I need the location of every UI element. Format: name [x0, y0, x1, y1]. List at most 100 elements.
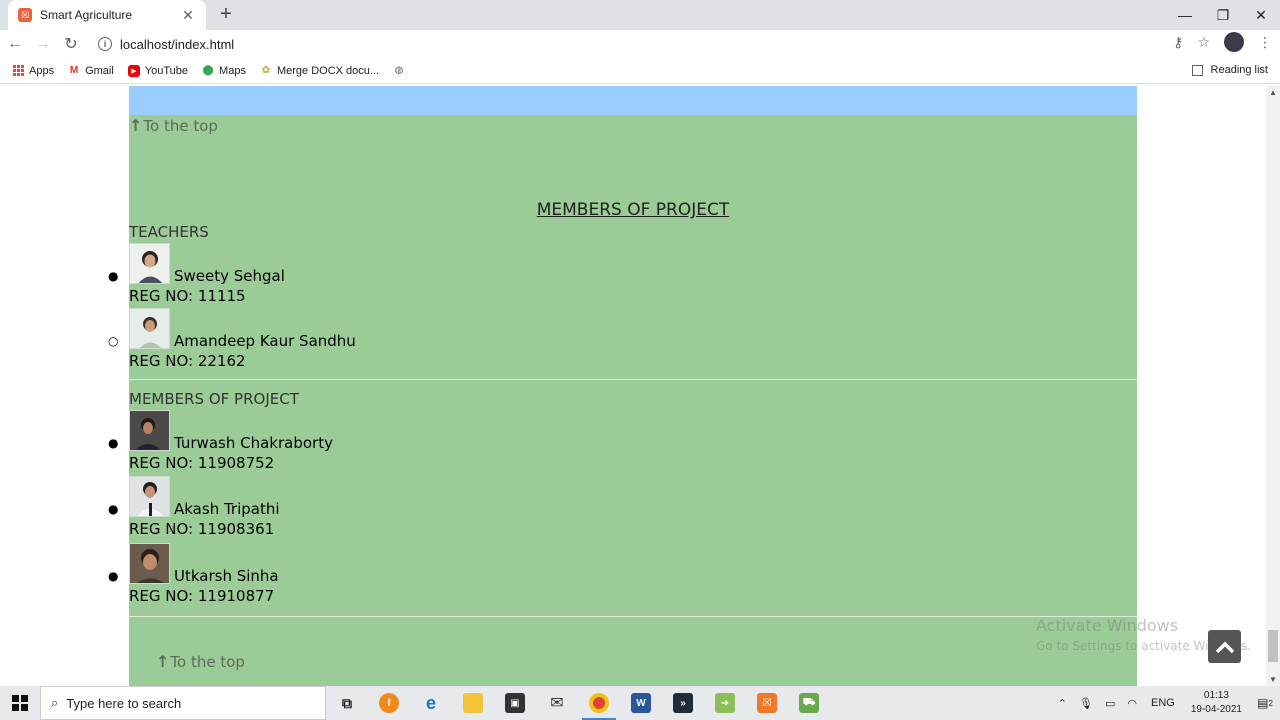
clock[interactable]: 01:13 19-04-2021: [1191, 689, 1242, 717]
taskbar-search[interactable]: ⌕ Type here to search: [40, 686, 326, 720]
merge-docx-icon: ✿: [261, 65, 271, 76]
taskbar-app-code[interactable]: »: [662, 686, 704, 720]
member-item: ● Turwash Chakraborty REG NO: 11908752: [108, 410, 529, 474]
chrome-icon: [589, 693, 609, 713]
browser-toolbar: ← → ↻ i localhost/index.html ⚷ ☆ ⋮: [0, 30, 1280, 58]
bookmark-apps[interactable]: Apps: [12, 65, 54, 77]
kebab-menu-icon[interactable]: ⋮: [1258, 34, 1272, 51]
battery-icon[interactable]: ▭: [1105, 697, 1115, 710]
bookmark-maps[interactable]: ⬤ Maps: [202, 65, 246, 77]
address-bar[interactable]: i localhost/index.html: [90, 32, 1190, 56]
profile-avatar[interactable]: [1224, 32, 1244, 52]
back-button[interactable]: ←: [2, 31, 28, 57]
taskbar-app-tractor[interactable]: ⛟: [788, 686, 830, 720]
bookmark-merge-docx[interactable]: ✿ Merge DOCX docu...: [260, 65, 379, 77]
edge-icon: e: [425, 692, 436, 713]
reload-button[interactable]: ↻: [58, 31, 84, 57]
windows-logo-icon: [12, 695, 28, 711]
to-top-link[interactable]: ↑ To the top: [129, 116, 218, 135]
teacher-name: Amandeep Kaur Sandhu: [174, 332, 356, 350]
to-top-link[interactable]: ↑ To the top: [156, 652, 245, 671]
reading-list-label: Reading list: [1210, 64, 1268, 76]
member-photo: [129, 476, 170, 517]
folder-icon: [463, 693, 483, 713]
members-section: ↑ To the top MEMBERS OF PROJECT TEACHERS…: [108, 86, 1137, 686]
bullet-disc-icon: ●: [108, 502, 119, 516]
tractor-icon: ⛟: [799, 693, 819, 713]
start-button[interactable]: [0, 686, 40, 720]
taskbar-app-chrome[interactable]: [578, 686, 620, 720]
taskbar-app-mail[interactable]: ✉: [536, 686, 578, 720]
clock-time: 01:13: [1203, 690, 1229, 701]
member-reg: REG NO: 11910877: [129, 587, 275, 605]
restore-button[interactable]: ❐: [1204, 0, 1242, 30]
arrow-up-icon: ↑: [129, 116, 143, 135]
to-top-label: To the top: [170, 652, 245, 671]
password-key-icon[interactable]: ⚷: [1173, 34, 1183, 51]
taskbar-app-edge[interactable]: e: [410, 686, 452, 720]
new-tab-button[interactable]: +: [214, 3, 238, 27]
taskbar-app-launcher[interactable]: ➜: [704, 686, 746, 720]
bookmark-label: Apps: [29, 64, 55, 77]
globe-icon: ◍: [394, 65, 404, 76]
bookmark-label: YouTube: [144, 64, 189, 77]
microphone-icon[interactable]: 🎙: [1079, 697, 1093, 710]
bookmark-youtube[interactable]: ▶ YouTube: [127, 64, 189, 77]
to-top-label: To the top: [143, 116, 218, 135]
notification-icon: ▤: [1257, 696, 1269, 710]
bookmark-label: Gmail: [85, 64, 114, 77]
taskbar-app-explorer[interactable]: [452, 686, 494, 720]
bookmark-label: Merge DOCX docu...: [276, 64, 380, 77]
forward-button[interactable]: →: [30, 31, 56, 57]
chevron-up-tray-icon[interactable]: ⌃: [1058, 697, 1067, 710]
bookmark-gmail[interactable]: M Gmail: [68, 65, 114, 77]
browser-tab[interactable]: ☒ Smart Agriculture ✕: [8, 0, 206, 30]
maps-icon: ⬤: [202, 65, 214, 76]
page-scrollbar[interactable]: ▲ ▼: [1266, 86, 1280, 686]
clock-date: 19-04-2021: [1190, 704, 1242, 715]
minimize-button[interactable]: —: [1166, 0, 1204, 30]
chevron-up-icon: [1215, 641, 1234, 653]
member-photo: [129, 410, 170, 451]
teacher-reg: REG NO: 22162: [129, 352, 246, 370]
member-photo: [129, 543, 170, 584]
reading-list-icon: [1191, 64, 1203, 76]
teacher-photo: [129, 308, 170, 349]
bookmark-star-icon[interactable]: ☆: [1197, 34, 1210, 51]
apps-grid-icon: [12, 64, 24, 77]
taskbar-app-store[interactable]: ▣: [494, 686, 536, 720]
mail-icon: ✉: [550, 695, 564, 712]
notification-center-button[interactable]: ▤ 2: [1250, 686, 1280, 720]
member-name: Akash Tripathi: [174, 500, 280, 518]
close-tab-icon[interactable]: ✕: [180, 7, 196, 24]
language-indicator[interactable]: ENG: [1151, 697, 1175, 709]
fl-studio-icon: f: [379, 693, 399, 713]
scroll-thumb[interactable]: [1268, 630, 1278, 662]
bullet-disc-icon: ●: [108, 269, 119, 283]
word-icon: W: [631, 693, 651, 713]
scroll-down-arrow-icon[interactable]: ▼: [1269, 675, 1277, 684]
header-band: [129, 86, 1137, 115]
site-info-icon[interactable]: i: [98, 37, 112, 51]
windows-taskbar: ⌕ Type here to search ⧉ f e ▣ ✉ W » ➜ ☒ …: [0, 686, 1280, 720]
taskbar-app-xampp[interactable]: ☒: [746, 686, 788, 720]
page-viewport: ↑ To the top MEMBERS OF PROJECT TEACHERS…: [0, 86, 1266, 686]
youtube-icon: ▶: [127, 64, 140, 77]
launcher-arrow-icon: ➜: [715, 693, 735, 713]
taskbar-app-fl-studio[interactable]: f: [368, 686, 410, 720]
reading-list-button[interactable]: Reading list: [1191, 64, 1268, 76]
tab-title: Smart Agriculture: [40, 8, 133, 22]
teacher-reg: REG NO: 11115: [129, 287, 246, 305]
bookmark-label: Maps: [219, 64, 246, 77]
teacher-photo: [129, 243, 170, 284]
member-reg: REG NO: 11908752: [129, 454, 275, 472]
bookmark-globe[interactable]: ◍: [393, 65, 410, 77]
scroll-to-top-button[interactable]: [1208, 630, 1241, 663]
teacher-item: ○ Amandeep Kaur Sandhu REG NO: 22162: [108, 308, 529, 372]
scroll-up-arrow-icon[interactable]: ▲: [1269, 88, 1277, 97]
task-view-button[interactable]: ⧉: [326, 686, 368, 720]
close-window-button[interactable]: ✕: [1242, 0, 1280, 30]
search-icon: ⌕: [51, 695, 59, 710]
taskbar-app-word[interactable]: W: [620, 686, 662, 720]
wifi-icon[interactable]: ◠: [1127, 697, 1137, 710]
